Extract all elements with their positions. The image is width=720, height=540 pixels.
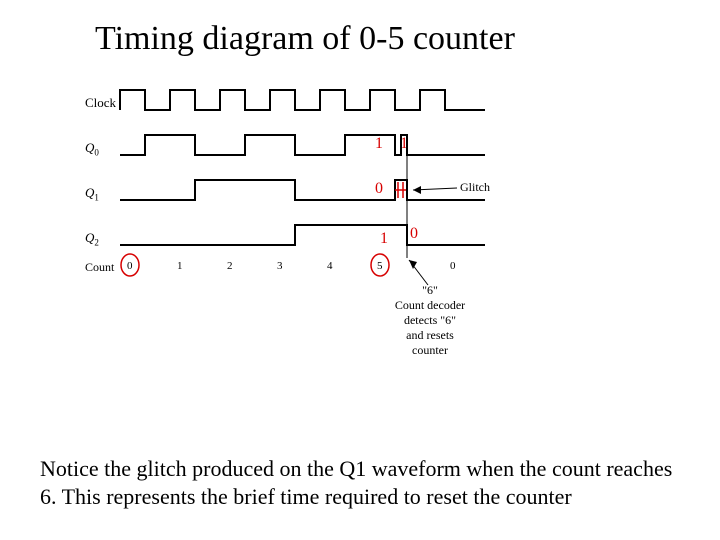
- q1-wave: [120, 180, 485, 200]
- waveform-svg: [85, 80, 505, 370]
- red-circle-5: [371, 254, 389, 276]
- clock-wave: [120, 90, 485, 110]
- page-title: Timing diagram of 0-5 counter: [95, 20, 515, 58]
- timing-diagram: Clock Q0 Q1 Q2 Count 0 1 2 3 4 5 0 Glitc…: [85, 80, 505, 370]
- slide: Timing diagram of 0-5 counter Clock Q0 Q…: [0, 0, 720, 540]
- q0-wave: [120, 135, 485, 155]
- red-glitch-mark: [395, 182, 406, 198]
- caption-text: Notice the glitch produced on the Q1 wav…: [40, 455, 680, 510]
- q2-wave: [120, 225, 485, 245]
- red-circle-0: [121, 254, 139, 276]
